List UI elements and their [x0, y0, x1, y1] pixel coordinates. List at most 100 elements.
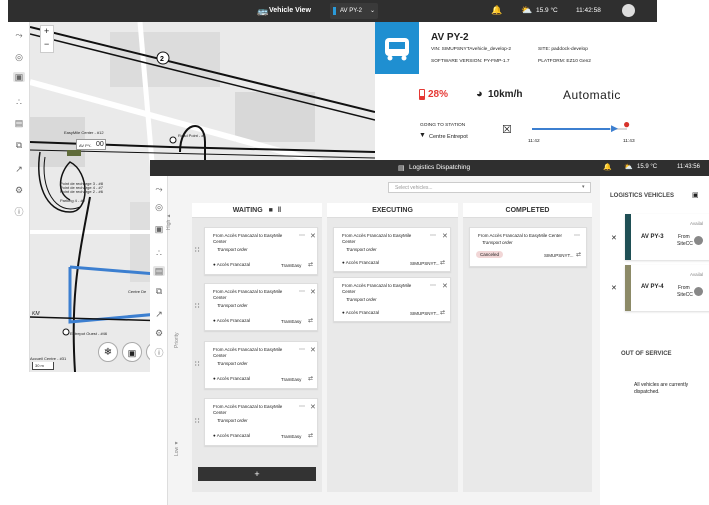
stations-icon[interactable]: ∴ — [153, 248, 165, 258]
more-icon[interactable]: ⋯ — [574, 232, 580, 239]
snowflake-icon[interactable]: ❄ — [98, 342, 118, 362]
swap-icon[interactable]: ⇄ — [440, 259, 445, 266]
add-order-button[interactable]: + — [198, 467, 316, 481]
vehicle-from: From — [678, 234, 690, 240]
vehicle-select-placeholder: Select vehicles... — [395, 185, 433, 191]
settings-icon[interactable]: ⚙ — [153, 328, 165, 338]
card-location-label: Accès Francazal — [345, 310, 379, 315]
vehicle-select[interactable]: AV PY-2 ⌄ — [330, 3, 378, 19]
av-marker-label[interactable]: AV PY- 00 — [76, 139, 106, 150]
close-icon[interactable]: ✕ — [442, 232, 448, 240]
card-vehicle: SIMUPSNYT... — [544, 253, 574, 258]
executing-column-title: EXECUTING — [372, 207, 413, 214]
route-icon[interactable]: ⤳ — [153, 184, 165, 194]
drag-handle-icon[interactable]: ∷ — [195, 246, 199, 254]
more-icon[interactable]: ⋯ — [430, 282, 436, 289]
location-icon[interactable]: ◎ — [13, 52, 25, 62]
waiting-card[interactable]: From Accès Francazal to EasyMile Center … — [204, 227, 318, 275]
layers-icon[interactable]: ▣ — [122, 342, 142, 362]
speedometer-icon: ◕ — [476, 88, 483, 100]
swap-icon[interactable]: ⇄ — [308, 261, 313, 268]
more-icon[interactable]: ⋯ — [299, 232, 305, 239]
chevron-down-icon: ▾ — [582, 184, 585, 190]
cart-icon[interactable]: ▤ — [153, 266, 165, 276]
card-subtitle: Transport order — [217, 418, 248, 423]
card-location-label: Accès Francazal — [216, 318, 250, 323]
swap-icon[interactable]: ⇄ — [440, 309, 445, 316]
trash-icon[interactable]: ■ — [269, 207, 273, 214]
av-marker-prefix: AV PY- — [79, 143, 92, 148]
bell-icon[interactable]: 🔔 — [603, 163, 612, 171]
dispatch-icon[interactable]: ⧉ — [13, 140, 25, 150]
route-icon[interactable]: ⤳ — [13, 30, 25, 40]
swap-icon[interactable]: ⇄ — [576, 251, 581, 258]
card-location-label: Accès Francazal — [216, 376, 250, 381]
remove-vehicle-icon[interactable]: ✕ — [611, 284, 617, 292]
bell-icon[interactable]: 🔔 — [491, 5, 502, 16]
priority-label: Priority — [174, 332, 180, 348]
top-bar: ▤ Logistics Dispatching 🔔 ⛅ 15.9 °C 11:4… — [150, 160, 709, 176]
vehicle-name: AV PY-4 — [641, 284, 664, 290]
more-icon[interactable]: ⋯ — [299, 346, 305, 353]
location-icon[interactable]: ◎ — [153, 202, 165, 212]
vehicle-select-input[interactable]: Select vehicles... ▾ — [388, 182, 591, 193]
add-vehicle-icon[interactable]: ▣ — [692, 191, 699, 199]
vehicle-card[interactable]: Availal AV PY-3 From SiteCC — [625, 214, 709, 260]
close-icon[interactable]: ✕ — [310, 232, 316, 240]
swap-icon[interactable]: ⇄ — [308, 375, 313, 382]
card-location-label: Accès Francazal — [345, 260, 379, 265]
robot-arm-icon: ☒ — [502, 124, 512, 136]
vehicle-color-bar — [625, 214, 631, 260]
vehicle-vin: VIN: SIMUPSNYTAvehicle_develop-2 — [431, 47, 512, 52]
close-icon[interactable]: ✕ — [310, 288, 316, 296]
swap-icon[interactable]: ⇄ — [308, 432, 313, 439]
completed-card[interactable]: From Accès Francazal to EasyMile Center … — [469, 227, 587, 267]
toggle-switch[interactable] — [694, 236, 703, 245]
card-title: From Accès Francazal to EasyMile Center — [213, 347, 283, 358]
chart-icon[interactable]: ↗ — [13, 164, 25, 174]
view-title: Vehicle View — [269, 7, 311, 14]
vehicle-icon[interactable]: ▣ — [13, 72, 25, 82]
stations-icon[interactable]: ∴ — [13, 97, 25, 107]
more-icon[interactable]: ⋯ — [299, 288, 305, 295]
close-icon[interactable]: ✕ — [310, 346, 316, 354]
more-icon[interactable]: ⋯ — [299, 403, 305, 410]
bus-icon: 🚌 — [257, 6, 269, 16]
waiting-column: WAITING ■ ‖ From Accès Francazal to Easy… — [192, 203, 322, 492]
card-location: ● Accès Francazal — [342, 260, 379, 265]
close-icon[interactable]: ✕ — [310, 403, 316, 411]
user-avatar-icon[interactable] — [622, 4, 635, 17]
vehicle-station: SiteCC — [677, 292, 693, 298]
close-icon[interactable]: ✕ — [442, 282, 448, 290]
card-subtitle: Transport order — [346, 297, 377, 302]
vehicle-icon[interactable]: ▣ — [153, 224, 165, 234]
top-bar: 🚌 Vehicle View AV PY-2 ⌄ 🔔 ⛅ 15.9 °C 11:… — [8, 0, 657, 22]
vehicle-image — [375, 22, 419, 74]
drag-handle-icon[interactable]: ∷ — [195, 360, 199, 368]
toggle-switch[interactable] — [694, 287, 703, 296]
chart-icon[interactable]: ↗ — [153, 309, 165, 319]
remove-vehicle-icon[interactable]: ✕ — [611, 234, 617, 242]
going-to-label: GOING TO STATION — [420, 123, 466, 128]
waiting-card[interactable]: From Accès Francazal to EasyMile Center … — [204, 398, 318, 446]
info-icon[interactable]: ⓘ — [153, 348, 165, 358]
settings-icon[interactable]: ⚙ — [13, 185, 25, 195]
dispatch-icon[interactable]: ⧉ — [153, 286, 165, 296]
pause-icon[interactable]: ‖ — [278, 207, 281, 214]
zoom-out-button[interactable]: − — [44, 39, 49, 49]
vehicle-card[interactable]: Availal AV PY-4 From SiteCC — [625, 265, 709, 311]
drag-handle-icon[interactable]: ∷ — [195, 302, 199, 310]
swap-icon[interactable]: ⇄ — [308, 317, 313, 324]
info-icon[interactable]: ⓘ — [13, 207, 25, 217]
executing-column: EXECUTING From Accès Francazal to EasyMi… — [327, 203, 458, 492]
waiting-column-title: WAITING — [232, 207, 263, 214]
drag-handle-icon[interactable]: ∷ — [195, 417, 199, 425]
waiting-card[interactable]: From Accès Francazal to EasyMile Center … — [204, 341, 318, 389]
executing-card[interactable]: From Accès Francazal to EasyMile Center … — [333, 227, 451, 272]
more-icon[interactable]: ⋯ — [430, 232, 436, 239]
zoom-in-button[interactable]: + — [44, 26, 49, 36]
vehicle-select-value: AV PY-2 — [340, 8, 363, 14]
cart-icon[interactable]: ▤ — [13, 118, 25, 128]
waiting-card[interactable]: From Accès Francazal to EasyMile Center … — [204, 283, 318, 331]
executing-card[interactable]: From Accès Francazal to EasyMile Center … — [333, 277, 451, 322]
